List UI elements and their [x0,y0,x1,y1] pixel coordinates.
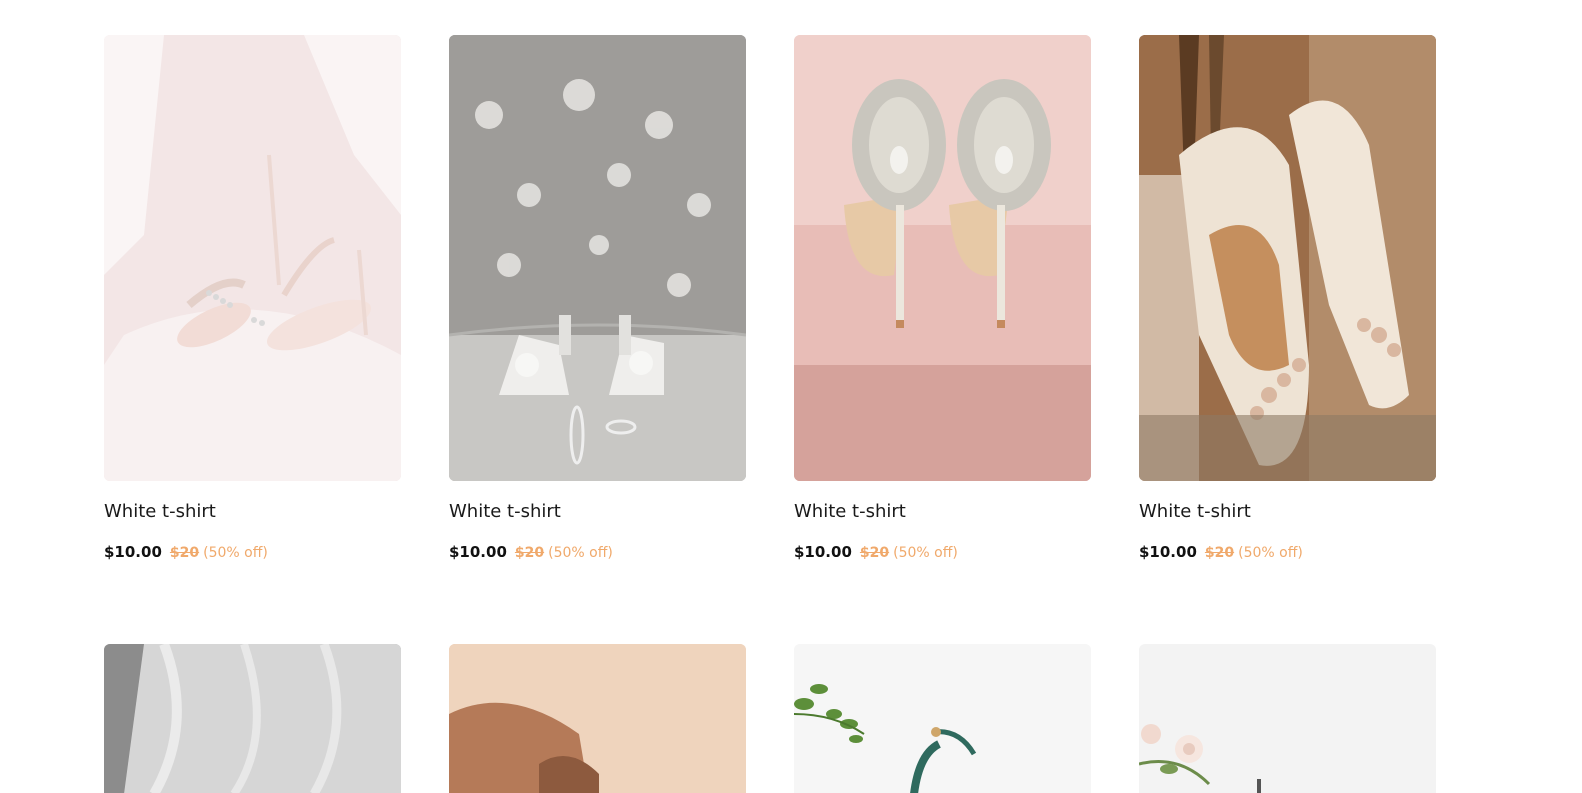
product-card[interactable]: White t-shirt $10.00 $20 (50% off) [449,35,746,561]
original-price: $20 [859,545,890,561]
product-card[interactable] [104,644,401,793]
price-row: $10.00 $20 (50% off) [1139,543,1436,561]
product-grid: White t-shirt $10.00 $20 (50% off) White… [104,35,1436,793]
discount-label: (50% off) [203,545,268,561]
strappy-sandals-illustration [104,35,401,481]
leg-heel-illustration [449,644,746,793]
product-image[interactable] [1139,35,1436,481]
product-image[interactable] [1139,644,1436,793]
product-price: $10.00 [794,543,852,561]
jeweled-heels-illustration [794,35,1091,481]
product-card[interactable]: White t-shirt $10.00 $20 (50% off) [104,35,401,561]
product-price: $10.00 [104,543,162,561]
product-price: $10.00 [449,543,507,561]
product-card[interactable]: White t-shirt $10.00 $20 (50% off) [1139,35,1436,561]
green-sandal-illustration [794,644,1091,793]
product-image[interactable] [449,35,746,481]
original-price: $20 [169,545,200,561]
product-card[interactable] [794,644,1091,793]
pearl-bow-heels-illustration [449,35,746,481]
original-price: $20 [514,545,545,561]
product-image[interactable] [449,644,746,793]
discount-label: (50% off) [548,545,613,561]
product-card[interactable] [1139,644,1436,793]
product-card[interactable] [449,644,746,793]
product-row: White t-shirt $10.00 $20 (50% off) White… [104,35,1436,561]
product-image[interactable] [794,644,1091,793]
product-title[interactable]: White t-shirt [1139,501,1436,523]
original-price: $20 [1204,545,1235,561]
product-image[interactable] [104,644,401,793]
product-card[interactable]: White t-shirt $10.00 $20 (50% off) [794,35,1091,561]
price-row: $10.00 $20 (50% off) [104,543,401,561]
product-image[interactable] [104,35,401,481]
product-title[interactable]: White t-shirt [104,501,401,523]
white-flowers-illustration [1139,644,1436,793]
product-title[interactable]: White t-shirt [794,501,1091,523]
price-row: $10.00 $20 (50% off) [794,543,1091,561]
product-image[interactable] [794,35,1091,481]
discount-label: (50% off) [1238,545,1303,561]
slingback-pumps-illustration [1139,35,1436,481]
product-row [104,644,1436,793]
product-price: $10.00 [1139,543,1197,561]
price-row: $10.00 $20 (50% off) [449,543,746,561]
bridal-veil-illustration [104,644,401,793]
discount-label: (50% off) [893,545,958,561]
product-title[interactable]: White t-shirt [449,501,746,523]
